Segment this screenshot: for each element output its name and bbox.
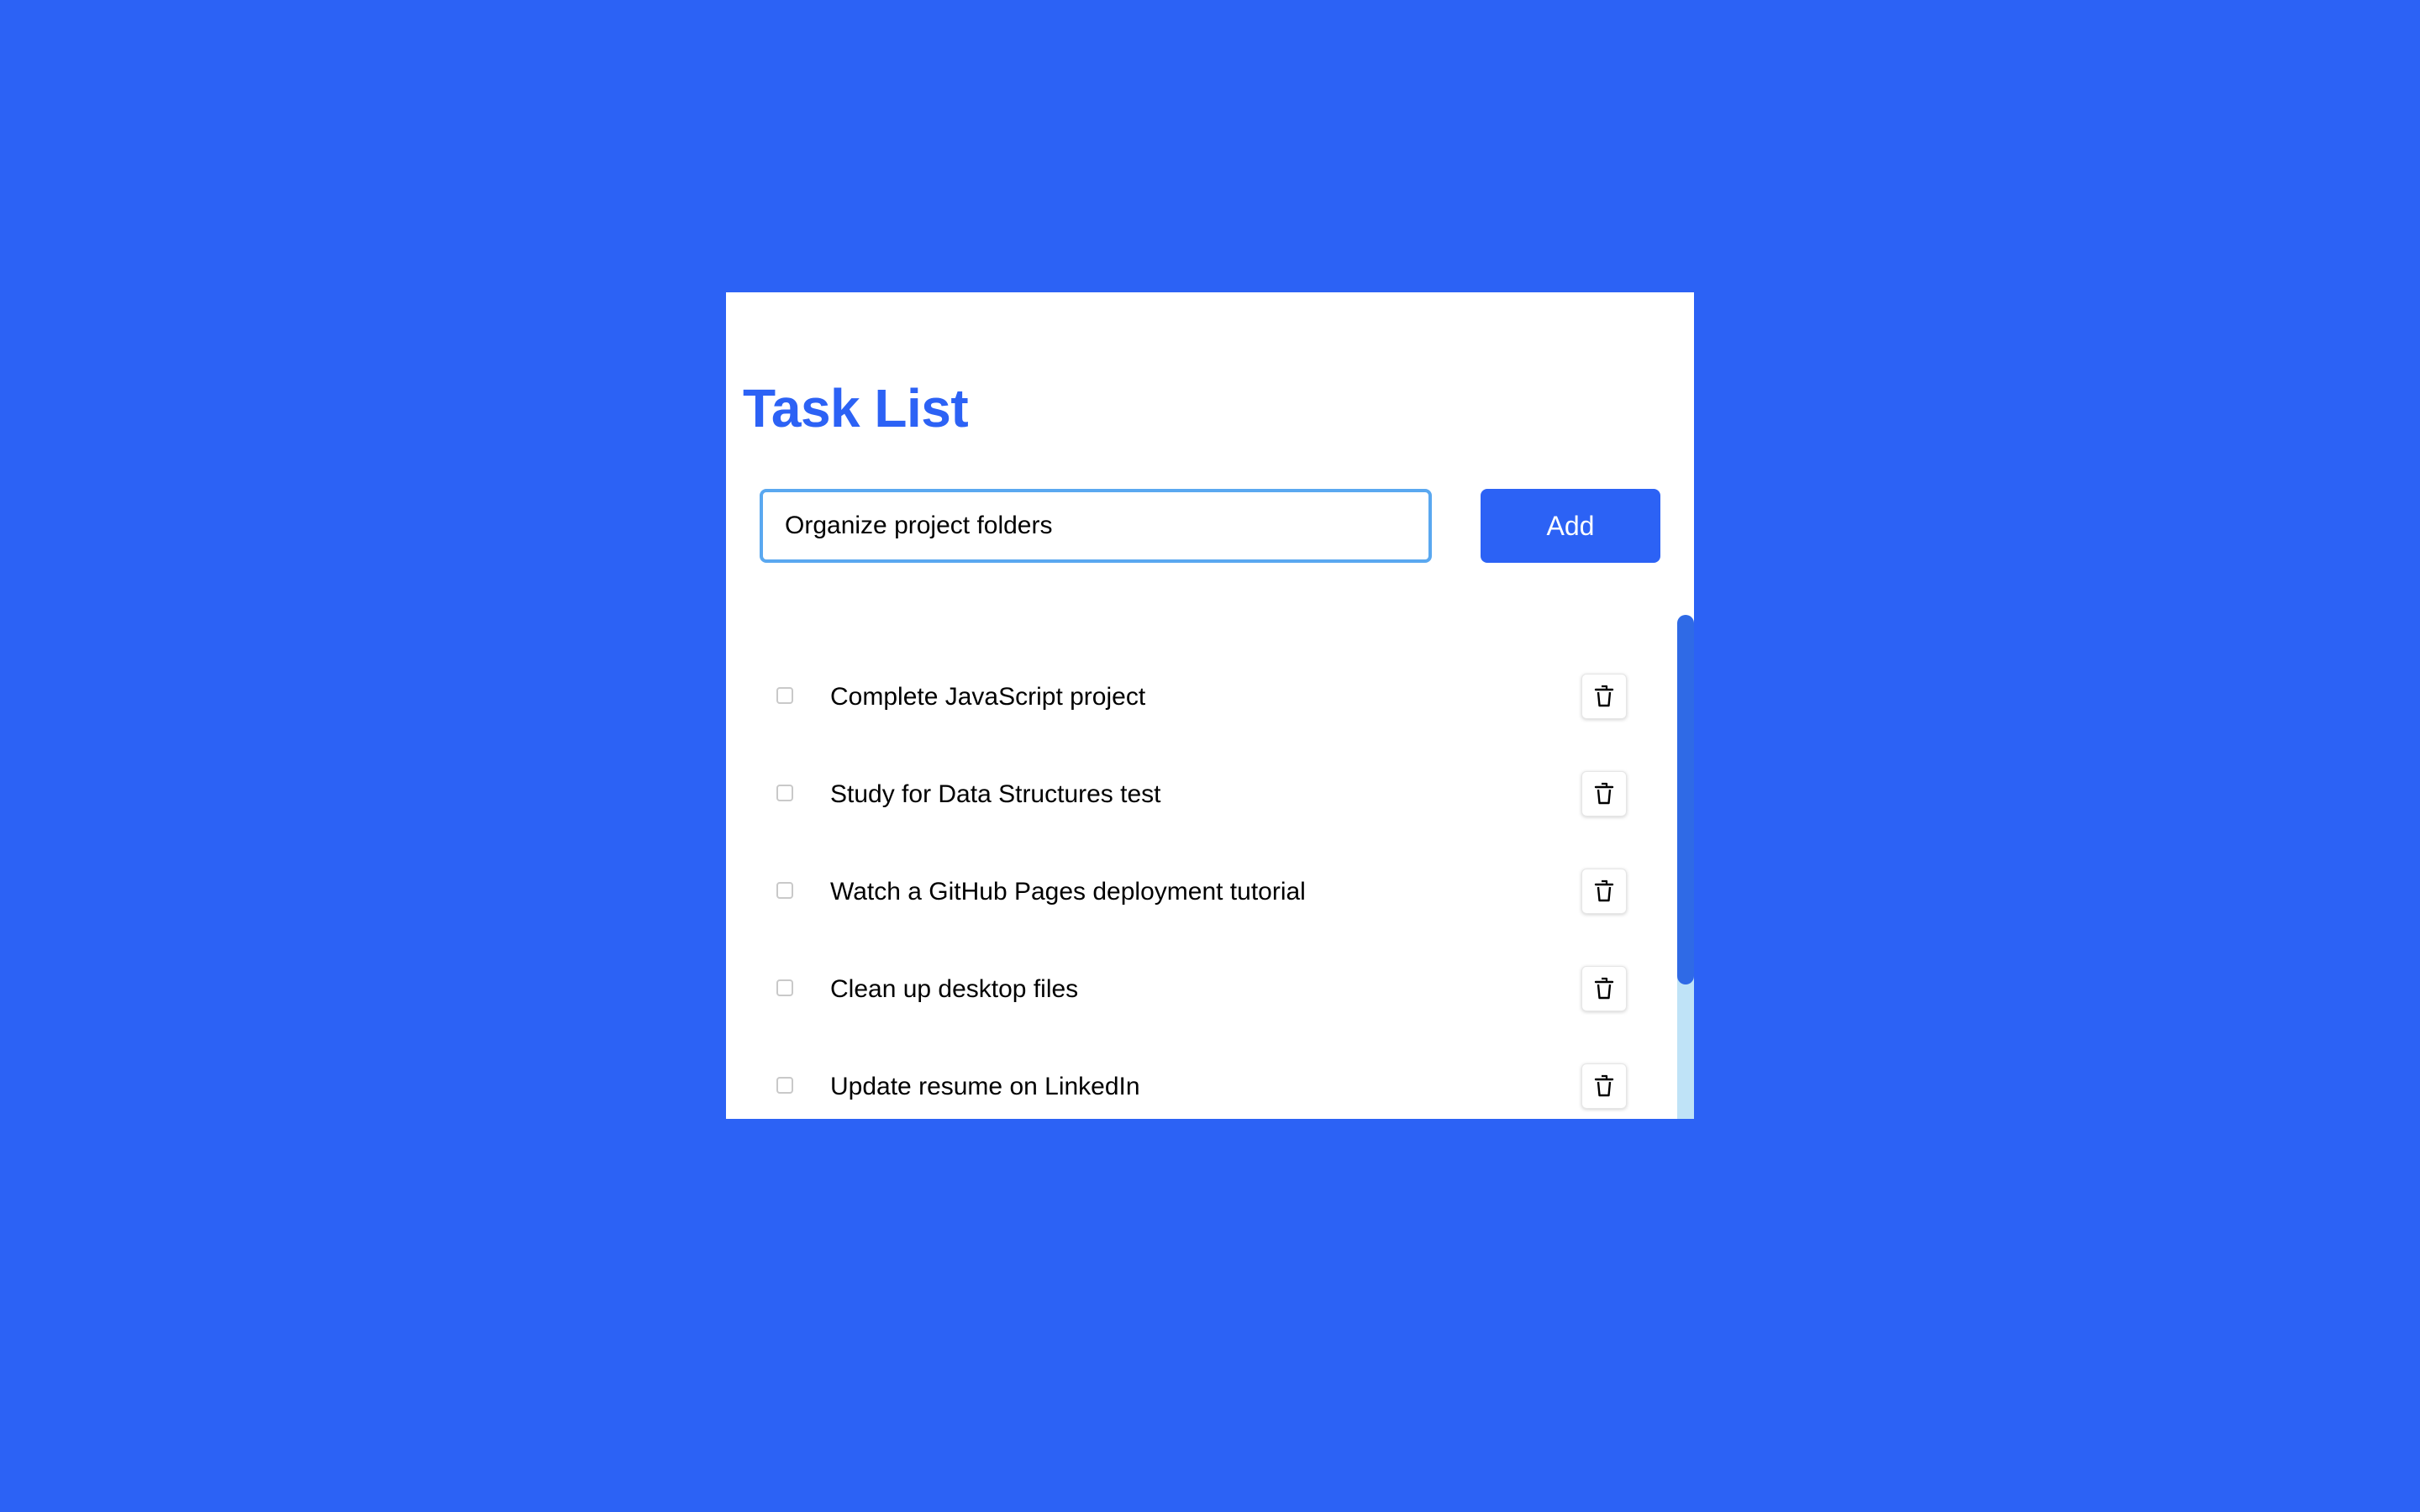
task-list: Complete JavaScript project Study for Da…	[726, 615, 1694, 1119]
add-task-button[interactable]: Add	[1481, 489, 1660, 563]
task-label: Clean up desktop files	[830, 975, 1079, 1003]
delete-task-button[interactable]	[1581, 771, 1627, 816]
trash-icon	[1594, 879, 1614, 902]
trash-icon	[1594, 782, 1614, 805]
task-list-card: Task List Add Complete JavaScript projec…	[726, 292, 1694, 1119]
task-label: Watch a GitHub Pages deployment tutorial	[830, 878, 1306, 906]
delete-task-button[interactable]	[1581, 966, 1627, 1011]
task-list-scrollbar[interactable]	[1677, 615, 1694, 1119]
trash-icon	[1594, 1074, 1614, 1097]
trash-icon	[1594, 977, 1614, 1000]
task-checkbox[interactable]	[776, 882, 793, 899]
task-checkbox[interactable]	[776, 785, 793, 801]
trash-icon	[1594, 685, 1614, 707]
task-item: Clean up desktop files	[726, 958, 1676, 1025]
task-label: Update resume on LinkedIn	[830, 1073, 1140, 1100]
task-checkbox[interactable]	[776, 1077, 793, 1094]
page-title: Task List	[743, 378, 969, 438]
task-checkbox[interactable]	[776, 979, 793, 996]
delete-task-button[interactable]	[1581, 674, 1627, 719]
task-label: Complete JavaScript project	[830, 683, 1146, 711]
task-item: Update resume on LinkedIn	[726, 1055, 1676, 1119]
scrollbar-thumb[interactable]	[1677, 615, 1694, 984]
task-label: Study for Data Structures test	[830, 780, 1161, 808]
task-item: Watch a GitHub Pages deployment tutorial	[726, 860, 1676, 927]
new-task-input[interactable]	[760, 489, 1432, 563]
delete-task-button[interactable]	[1581, 1063, 1627, 1109]
task-item: Complete JavaScript project	[726, 665, 1676, 732]
task-item: Study for Data Structures test	[726, 763, 1676, 830]
delete-task-button[interactable]	[1581, 869, 1627, 914]
task-checkbox[interactable]	[776, 687, 793, 704]
